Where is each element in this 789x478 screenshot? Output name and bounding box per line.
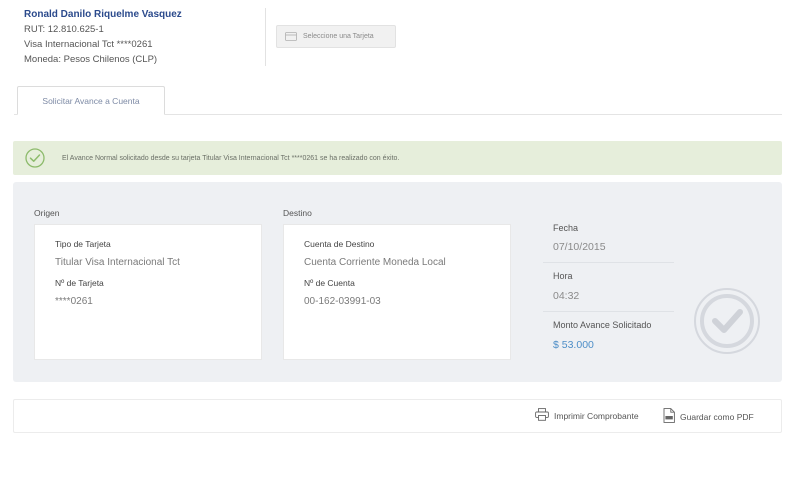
origin-section-label: Origen [34,208,60,218]
details-divider [543,262,674,263]
select-card-label: Seleccione una Tarjeta [303,33,374,40]
client-name: Ronald Danilo Riquelme Vasquez [24,9,182,20]
check-stamp-icon [693,287,761,360]
check-circle-icon [25,148,45,173]
save-pdf-button[interactable]: Guardar como PDF [663,408,754,425]
date-label: Fecha [553,223,579,233]
time-value: 04:32 [553,290,580,302]
header-divider [265,8,266,66]
alert-message: El Avance Normal solicitado desde su tar… [62,155,400,162]
client-card: Visa Internacional Tct ****0261 [24,39,153,50]
account-label: Cuenta de Destino [304,239,375,249]
account-number-value: 00-162-03991-03 [304,296,381,307]
amount-value: $ 53.000 [553,339,594,351]
print-label: Imprimir Comprobante [554,410,639,421]
amount-label: Monto Avance Solicitado [553,320,652,330]
tab-solicitar-avance[interactable]: Solicitar Avance a Cuenta [17,86,165,115]
print-receipt-button[interactable]: Imprimir Comprobante [535,408,639,423]
client-rut: RUT: 12.810.625-1 [24,24,104,35]
destination-section-label: Destino [283,208,312,218]
pdf-file-icon [663,408,680,425]
details-divider [543,311,674,312]
card-number-label: Nº de Tarjeta [55,278,104,288]
pdf-label: Guardar como PDF [680,411,754,422]
credit-card-icon [285,32,297,41]
card-type-label: Tipo de Tarjeta [55,239,111,249]
account-number-label: Nº de Cuenta [304,278,355,288]
printer-icon [535,408,554,423]
time-label: Hora [553,271,573,281]
select-card-button[interactable]: Seleccione una Tarjeta [276,25,396,48]
tab-label: Solicitar Avance a Cuenta [42,95,140,106]
account-value: Cuenta Corriente Moneda Local [304,257,446,268]
card-type-value: Titular Visa Internacional Tct [55,257,180,268]
date-value: 07/10/2015 [553,241,606,253]
client-currency: Moneda: Pesos Chilenos (CLP) [24,54,158,65]
card-number-value: ****0261 [55,296,93,307]
